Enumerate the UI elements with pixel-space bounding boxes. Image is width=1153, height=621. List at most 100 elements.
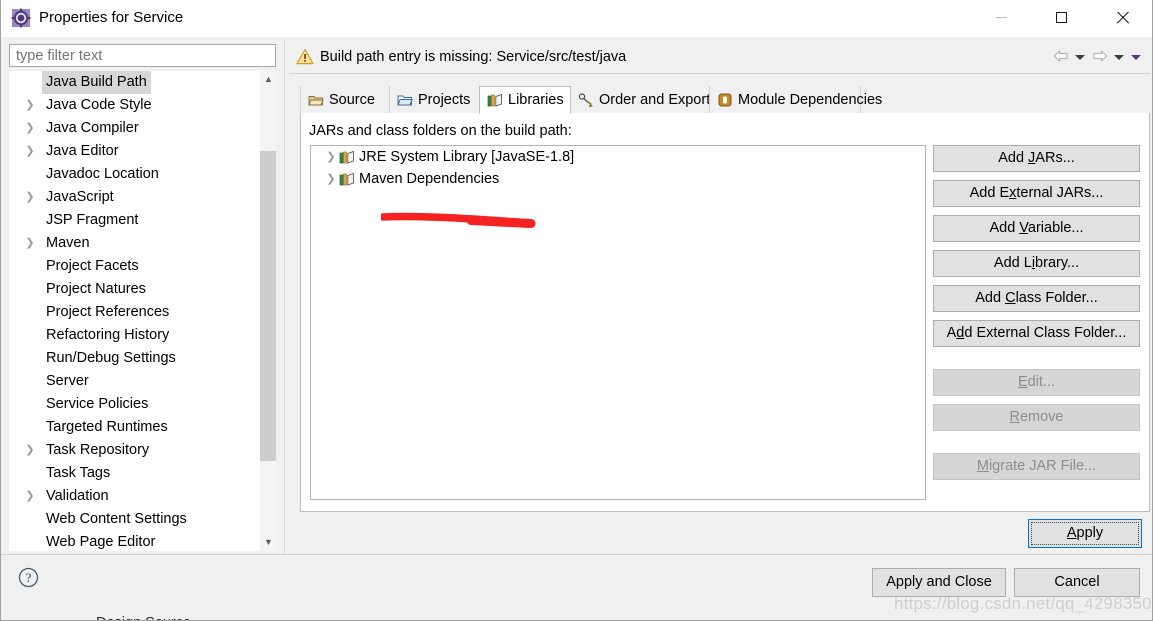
sidebar-item-maven[interactable]: ❯ Maven bbox=[9, 232, 259, 255]
close-icon bbox=[1116, 11, 1129, 24]
add-library-button[interactable]: Add Library... bbox=[933, 250, 1140, 277]
build-path-entry[interactable]: ❯ Maven Dependencies bbox=[311, 168, 925, 190]
forward-dropdown-icon[interactable] bbox=[1114, 52, 1125, 63]
sidebar-item-java-compiler[interactable]: ❯ Java Compiler bbox=[9, 117, 259, 140]
chevron-right-icon[interactable]: ❯ bbox=[24, 117, 36, 140]
button-label: Edit... bbox=[1017, 374, 1056, 390]
sidebar-item-label: Project References bbox=[46, 304, 170, 320]
libraries-panel: JARs and class folders on the build path… bbox=[300, 113, 1150, 512]
sidebar-item-web-page-editor[interactable]: Web Page Editor bbox=[9, 531, 259, 551]
scroll-up-icon[interactable]: ▲ bbox=[260, 71, 276, 88]
build-path-label: JARs and class folders on the build path… bbox=[309, 123, 572, 139]
sidebar-item-refactoring-history[interactable]: Refactoring History bbox=[9, 324, 259, 347]
sidebar-item-service-policies[interactable]: Service Policies bbox=[9, 393, 259, 416]
filter-input[interactable] bbox=[9, 44, 276, 67]
library-books-icon bbox=[339, 171, 355, 187]
back-arrow-icon[interactable] bbox=[1053, 49, 1069, 66]
chevron-right-icon[interactable]: ❯ bbox=[24, 439, 36, 462]
button-label: Add Class Folder... bbox=[975, 290, 1098, 306]
sidebar-item-jsp-fragment[interactable]: JSP Fragment bbox=[9, 209, 259, 232]
tab-module-dependencies[interactable]: Module Dependencies bbox=[709, 86, 882, 113]
message-text: Build path entry is missing: Service/src… bbox=[320, 49, 627, 65]
chevron-right-icon[interactable]: ❯ bbox=[24, 186, 36, 209]
tab-source[interactable]: Source bbox=[300, 86, 390, 113]
sidebar-item-label: Task Repository bbox=[46, 442, 150, 458]
window-title: Properties for Service bbox=[39, 9, 184, 26]
sidebar-item-label: Maven bbox=[46, 235, 90, 251]
warning-icon bbox=[296, 48, 314, 66]
watermark-text: https://blog.csdn.net/qq_42983502 bbox=[894, 594, 1153, 613]
clipped-tree-item: Design Source bbox=[96, 616, 226, 620]
scroll-down-icon[interactable]: ▼ bbox=[260, 534, 276, 551]
settings-tree: Java Build Path ❯ Java Code Style ❯ Java Com… bbox=[9, 71, 276, 551]
sidebar-item-label: Javadoc Location bbox=[46, 166, 159, 182]
sidebar-item-project-facets[interactable]: Project Facets bbox=[9, 255, 259, 278]
sidebar-item-project-natures[interactable]: Project Natures bbox=[9, 278, 259, 301]
minimize-button[interactable] bbox=[978, 0, 1024, 34]
back-dropdown-icon[interactable] bbox=[1075, 52, 1086, 63]
sidebar-item-run-debug-settings[interactable]: Run/Debug Settings bbox=[9, 347, 259, 370]
chevron-right-icon[interactable]: ❯ bbox=[325, 146, 337, 168]
sidebar-item-targeted-runtimes[interactable]: Targeted Runtimes bbox=[9, 416, 259, 439]
migrate-jar-file-button: Migrate JAR File... bbox=[933, 453, 1140, 480]
sidebar-item-label: Project Facets bbox=[46, 258, 139, 274]
scrollbar-thumb[interactable] bbox=[260, 151, 276, 461]
tab-projects[interactable]: Projects bbox=[389, 86, 480, 113]
remove-button: Remove bbox=[933, 404, 1140, 431]
order-export-icon bbox=[578, 92, 594, 108]
menu-dropdown-icon[interactable] bbox=[1131, 52, 1142, 63]
tab-label: Order and Export bbox=[599, 91, 711, 108]
tab-label: Module Dependencies bbox=[738, 91, 883, 108]
chevron-right-icon[interactable]: ❯ bbox=[325, 168, 337, 190]
add-variable-button[interactable]: Add Variable... bbox=[933, 215, 1140, 242]
sidebar-item-server[interactable]: Server bbox=[9, 370, 259, 393]
sidebar-item-javadoc-location[interactable]: Javadoc Location bbox=[9, 163, 259, 186]
sidebar-item-java-editor[interactable]: ❯ Java Editor bbox=[9, 140, 259, 163]
cancel-button[interactable]: Cancel bbox=[1014, 568, 1140, 597]
sidebar-item-validation[interactable]: ❯ Validation bbox=[9, 485, 259, 508]
close-button[interactable] bbox=[1099, 0, 1145, 34]
sidebar-item-label: Java Editor bbox=[46, 143, 119, 159]
tab-label: Source bbox=[329, 91, 375, 108]
forward-arrow-icon[interactable] bbox=[1092, 49, 1108, 66]
add-external-class-folder-button[interactable]: Add External Class Folder... bbox=[933, 320, 1140, 347]
sidebar-item-task-tags[interactable]: Task Tags bbox=[9, 462, 259, 485]
add-jars-button[interactable]: Add JARs... bbox=[933, 145, 1140, 172]
sidebar-item-label: Project Natures bbox=[46, 281, 146, 297]
apply-mnemonic: A bbox=[1066, 525, 1077, 541]
add-external-jars-button[interactable]: Add External JARs... bbox=[933, 180, 1140, 207]
tab-label: Projects bbox=[418, 91, 471, 108]
sidebar-item-java-code-style[interactable]: ❯ Java Code Style bbox=[9, 94, 259, 117]
sidebar-scrollbar[interactable]: ▲ ▼ bbox=[259, 71, 276, 551]
project-folder-icon bbox=[397, 92, 413, 108]
apply-button[interactable]: Apply bbox=[1028, 519, 1142, 548]
chevron-right-icon[interactable]: ❯ bbox=[24, 232, 36, 255]
sidebar-item-label: Validation bbox=[46, 488, 109, 504]
build-path-entry-label: JRE System Library [JavaSE-1.8] bbox=[359, 149, 575, 165]
sidebar-item-java-build-path[interactable]: Java Build Path bbox=[9, 71, 259, 94]
tab-libraries[interactable]: Libraries bbox=[479, 86, 571, 114]
sidebar-item-label: JavaScript bbox=[46, 189, 114, 205]
dialog-footer: ? Apply and Close Cancel https://blog.cs… bbox=[1, 554, 1153, 620]
pane-splitter[interactable] bbox=[284, 40, 285, 555]
tab-label: Libraries bbox=[508, 92, 564, 108]
sidebar-item-web-content-settings[interactable]: Web Content Settings bbox=[9, 508, 259, 531]
tab-order-and-export[interactable]: Order and Export bbox=[570, 86, 710, 113]
build-path-entry[interactable]: ❯ JRE System Library [JavaSE-1.8] bbox=[311, 146, 925, 168]
sidebar-item-label: Refactoring History bbox=[46, 327, 170, 343]
library-books-icon bbox=[339, 149, 355, 165]
apply-and-close-button[interactable]: Apply and Close bbox=[872, 568, 1006, 597]
library-action-buttons: Add JARs... Add External JARs... Add Varia… bbox=[933, 145, 1140, 488]
sidebar-item-project-references[interactable]: Project References bbox=[9, 301, 259, 324]
svg-text:?: ? bbox=[26, 570, 32, 585]
help-question-icon[interactable]: ? bbox=[18, 567, 39, 588]
chevron-right-icon[interactable]: ❯ bbox=[24, 485, 36, 508]
source-folder-icon bbox=[308, 92, 324, 108]
sidebar-item-javascript[interactable]: ❯ JavaScript bbox=[9, 186, 259, 209]
chevron-right-icon[interactable]: ❯ bbox=[24, 140, 36, 163]
sidebar-item-task-repository[interactable]: ❯ Task Repository bbox=[9, 439, 259, 462]
build-path-list[interactable]: ❯ JRE System Library [JavaSE-1.8] ❯ Maven D… bbox=[310, 145, 926, 500]
chevron-right-icon[interactable]: ❯ bbox=[24, 94, 36, 117]
maximize-button[interactable] bbox=[1038, 0, 1084, 34]
add-class-folder-button[interactable]: Add Class Folder... bbox=[933, 285, 1140, 312]
